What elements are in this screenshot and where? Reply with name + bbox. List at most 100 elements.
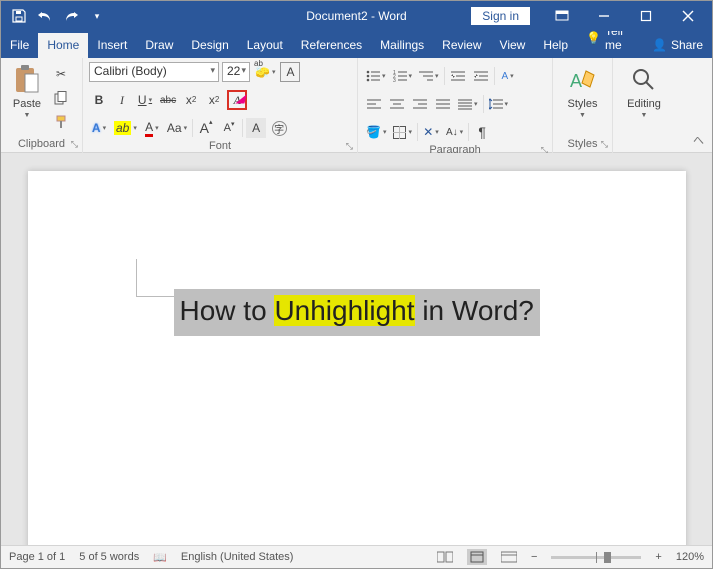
bullets-button[interactable] [364,66,388,86]
print-layout-button[interactable] [467,549,487,565]
text-effects-button[interactable]: A [89,118,109,138]
justify-button[interactable] [433,94,453,114]
increase-indent-button[interactable] [471,66,491,86]
tab-layout[interactable]: Layout [238,33,292,58]
align-left-button[interactable] [364,94,384,114]
font-size-combo[interactable]: 22 [222,62,250,82]
italic-button[interactable]: I [112,90,132,110]
page-indicator[interactable]: Page 1 of 1 [9,551,65,563]
share-button[interactable]: 👤 Share [643,33,712,58]
tab-help[interactable]: Help [534,33,577,58]
collapse-ribbon-button[interactable]: へ [693,132,704,148]
align-center-button[interactable] [387,94,407,114]
paste-button[interactable]: Paste ▼ [7,62,47,121]
cut-button[interactable]: ✂ [51,64,71,84]
borders-button[interactable] [391,122,414,142]
change-case-button[interactable]: ab🧽 [253,62,277,82]
copy-button[interactable] [51,88,71,108]
editing-label: Editing [627,98,661,110]
clear-format-icon: A◢ [233,93,240,108]
spellcheck-icon[interactable]: 📖 [153,551,167,564]
styles-button[interactable]: A Styles ▼ [563,62,603,121]
asian-icon: A [501,71,508,82]
tab-references[interactable]: References [292,33,371,58]
subscript-button[interactable]: x2 [181,90,201,110]
group-clipboard: Paste ▼ ✂ Clipboard⤡ [1,58,83,153]
clear-formatting-button[interactable]: A◢ [227,90,247,110]
multilevel-list-button[interactable] [417,66,441,86]
zoom-slider[interactable] [551,556,641,559]
read-mode-button[interactable] [437,551,453,563]
close-button[interactable] [668,1,708,31]
tab-review[interactable]: Review [433,33,490,58]
editing-button[interactable]: Editing ▼ [623,62,665,121]
styles-icon: A [567,64,599,96]
qat-customize-icon[interactable]: ▾ [87,6,107,26]
copy-icon [54,91,68,105]
shading-button[interactable]: 🪣 [364,122,388,142]
char-border-button[interactable]: A [280,62,300,82]
superscript-button[interactable]: x2 [204,90,224,110]
word-count[interactable]: 5 of 5 words [79,551,139,563]
zoom-in-button[interactable]: + [655,551,661,563]
maximize-button[interactable] [626,1,666,31]
decrease-indent-button[interactable] [448,66,468,86]
shrink-font-button[interactable]: A▾ [219,118,239,138]
tab-home[interactable]: Home [38,33,88,58]
launcher-icon[interactable]: ⤡ [601,139,608,150]
launcher-icon[interactable]: ⤡ [71,139,78,150]
paste-icon [11,64,43,96]
window-controls: Sign in [471,1,712,31]
editing-group-label [613,136,675,153]
save-icon[interactable] [9,6,29,26]
strikethrough-button[interactable]: abc [158,90,178,110]
group-font: Calibri (Body) 22 ab🧽 A B I U abc x2 x2 … [83,58,358,153]
phonetic-guide-button[interactable]: A [246,118,266,138]
tab-mailings[interactable]: Mailings [371,33,433,58]
highlight-color-button[interactable]: ab [112,118,139,138]
tab-draw[interactable]: Draw [136,33,182,58]
tab-insert[interactable]: Insert [88,33,136,58]
font-name-combo[interactable]: Calibri (Body) [89,62,219,82]
bold-button[interactable]: B [89,90,109,110]
redo-icon[interactable] [61,6,81,26]
bucket-icon: 🪣 [366,125,381,139]
selected-text[interactable]: How to Unhighlight in Word? [174,289,540,336]
grow-font-button[interactable]: A▴ [196,118,216,138]
language-indicator[interactable]: English (United States) [181,551,294,563]
minimize-button[interactable] [584,1,624,31]
asian-layout-button[interactable]: A [498,66,518,86]
undo-icon[interactable] [35,6,55,26]
zoom-out-button[interactable]: − [531,551,537,563]
zoom-level[interactable]: 120% [676,551,704,563]
text-segment: How to [180,295,275,326]
bullets-icon [366,70,380,82]
ribbon-display-icon[interactable] [542,1,582,31]
sort-button[interactable]: A↓ [444,122,465,142]
numbering-icon: 123 [393,70,407,82]
font-color-button[interactable]: A [142,118,162,138]
title-bar: ▾ Document2 - Word Sign in [1,1,712,31]
sign-in-button[interactable]: Sign in [471,7,530,25]
format-painter-button[interactable] [51,112,71,132]
web-layout-button[interactable] [501,551,517,563]
distributed-button[interactable] [456,94,480,114]
lightbulb-icon: 💡 [586,31,601,45]
tab-design[interactable]: Design [182,33,237,58]
align-right-button[interactable] [410,94,430,114]
tab-file[interactable]: File [1,33,38,58]
line-spacing-button[interactable] [487,94,511,114]
enclose-chars-button[interactable]: 字 [269,118,289,138]
underline-button[interactable]: U [135,90,155,110]
snap-to-grid-button[interactable]: ✕ [421,122,441,142]
numbering-button[interactable]: 123 [391,66,415,86]
sort-icon: A↓ [446,127,458,138]
border-icon [393,126,406,139]
launcher-icon[interactable]: ⤡ [346,141,353,152]
outdent-icon [451,70,465,82]
tab-view[interactable]: View [491,33,535,58]
show-marks-button[interactable]: ¶ [472,122,492,142]
change-case-aa-button[interactable]: Aa [165,118,189,138]
document-area[interactable]: How to Unhighlight in Word? [1,153,712,545]
styles-label: Styles [568,98,598,110]
